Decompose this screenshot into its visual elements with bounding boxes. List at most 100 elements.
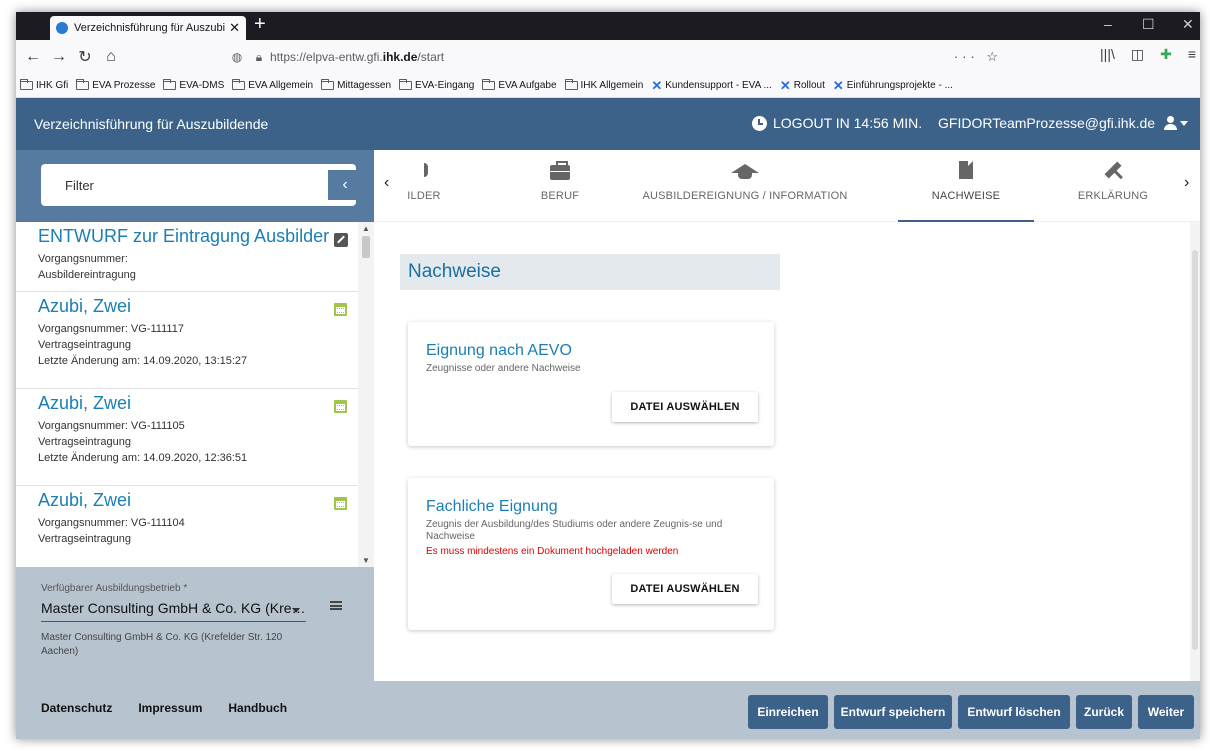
- lock-icon[interactable]: 🔒︎: [248, 50, 270, 65]
- select-file-button[interactable]: DATEI AUSWÄHLEN: [612, 392, 758, 422]
- user-icon: [1163, 116, 1178, 130]
- url-prefix: https://elpva-entw.gfi.: [270, 50, 383, 64]
- tab-beruf[interactable]: BERUF: [514, 150, 606, 222]
- bookmark-folder[interactable]: EVA Allgemein: [232, 79, 313, 91]
- list-item-type: Vertragseintragung: [38, 533, 131, 545]
- browser-window: Verzeichnisführung für Auszubi ✕ + – ☐ ✕…: [16, 12, 1200, 739]
- footer-link-handbuch[interactable]: Handbuch: [228, 701, 287, 715]
- list-item[interactable]: Azubi, Zwei Vorgangsnummer: VG-111117 Ve…: [16, 292, 358, 389]
- url-bar[interactable]: ◍ 🔒︎ https://elpva-entw.gfi. ihk.de/start…: [226, 44, 1008, 70]
- menu-icon[interactable]: [330, 601, 342, 610]
- shield-icon[interactable]: ◍: [226, 50, 248, 64]
- company-select-value: Master Consulting GmbH & Co. KG (Kre…: [41, 600, 306, 616]
- minimize-icon[interactable]: –: [1104, 16, 1112, 32]
- bookmark-folder[interactable]: EVA Aufgabe: [482, 79, 557, 91]
- hamburger-menu-icon[interactable]: ≡: [1188, 46, 1196, 63]
- tab-label: ILDER: [407, 190, 441, 202]
- bookmark-folder[interactable]: EVA Prozesse: [76, 79, 155, 91]
- scrollbar-thumb[interactable]: [1192, 250, 1198, 650]
- list-scrollbar[interactable]: ▲ ▼: [358, 222, 374, 567]
- footer-link-impressum[interactable]: Impressum: [138, 701, 202, 715]
- list-item-type: Ausbildereintragung: [38, 269, 136, 281]
- company-panel: Verfügbarer Ausbildungsbetrieb * Master …: [16, 567, 374, 677]
- filter-select[interactable]: Filter: [41, 164, 356, 206]
- list-item[interactable]: Azubi, Zwei Vorgangsnummer: VG-111104 Ve…: [16, 486, 358, 567]
- bookmark-folder[interactable]: IHK Allgemein: [564, 79, 643, 91]
- bookmark-link[interactable]: ✕ Rollout: [780, 78, 825, 94]
- scroll-up-icon[interactable]: ▲: [362, 224, 370, 233]
- next-button[interactable]: Weiter: [1138, 695, 1194, 729]
- company-address: Master Consulting GmbH & Co. KG (Krefeld…: [41, 632, 283, 657]
- back-button[interactable]: Zurück: [1076, 695, 1132, 729]
- calendar-icon: [334, 497, 347, 510]
- browser-tab[interactable]: Verzeichnisführung für Auszubi ✕: [50, 16, 246, 40]
- page-actions-icon[interactable]: ··· ☆: [954, 49, 1002, 65]
- main-content: ‹ ILDER BERUF AUSBILDEREIGNUNG / INFORMA…: [374, 150, 1200, 681]
- tab-erklaerung[interactable]: ERKLÄRUNG: [1058, 150, 1168, 222]
- reload-icon[interactable]: ↻: [72, 47, 98, 67]
- app-title: Verzeichnisführung für Auszubildende: [34, 116, 269, 132]
- card-subtitle: Zeugnis der Ausbildung/des Studiums oder…: [426, 519, 723, 542]
- new-tab-icon[interactable]: +: [254, 13, 266, 36]
- list-item[interactable]: ENTWURF zur Eintragung Ausbilder Vorgang…: [16, 222, 358, 292]
- scrollbar-thumb[interactable]: [362, 236, 370, 258]
- folder-icon: [76, 79, 90, 90]
- tab-nachweise[interactable]: NACHWEISE: [898, 150, 1034, 222]
- collapse-sidebar-button[interactable]: ‹: [328, 170, 362, 200]
- url-host: ihk.de: [382, 50, 418, 64]
- folder-icon: [564, 79, 578, 90]
- calendar-icon: [334, 303, 347, 316]
- tab-ausbilder[interactable]: ILDER: [394, 150, 454, 222]
- library-icon[interactable]: |||\: [1100, 46, 1115, 63]
- folder-icon: [482, 79, 496, 90]
- list-item-number: Vorgangsnummer: VG-111117: [38, 323, 184, 335]
- logout-timer[interactable]: LOGOUT IN 14:56 MIN.: [752, 115, 922, 131]
- tabs-prev-icon[interactable]: ‹: [384, 174, 389, 192]
- select-file-button[interactable]: DATEI AUSWÄHLEN: [612, 574, 758, 604]
- footer-link-datenschutz[interactable]: Datenschutz: [41, 701, 112, 715]
- extension-icon[interactable]: ✚: [1160, 46, 1172, 63]
- save-draft-button[interactable]: Entwurf speichern: [834, 695, 952, 729]
- browser-navbar: ← → ↻ ⌂ ◍ 🔒︎ https://elpva-entw.gfi. ihk.…: [16, 40, 1200, 74]
- tab-label: BERUF: [540, 190, 580, 202]
- person-icon: [420, 163, 428, 177]
- bookmark-link[interactable]: ✕ Einführungsprojekte - ...: [833, 78, 953, 94]
- back-icon[interactable]: ←: [20, 48, 46, 66]
- list-item[interactable]: Azubi, Zwei Vorgangsnummer: VG-111105 Ve…: [16, 389, 358, 486]
- delete-draft-button[interactable]: Entwurf löschen: [958, 695, 1070, 729]
- upload-card-fachliche-eignung: Fachliche Eignung Zeugnis der Ausbildung…: [408, 478, 774, 630]
- home-icon[interactable]: ⌂: [98, 48, 124, 66]
- file-icon: [959, 161, 973, 179]
- filter-bar: Filter ‹: [16, 150, 374, 222]
- list-item-number: Vorgangsnummer:: [38, 253, 128, 265]
- maximize-icon[interactable]: ☐: [1142, 16, 1155, 33]
- company-select[interactable]: Master Consulting GmbH & Co. KG (Kre…: [41, 600, 306, 622]
- step-tabs: ‹ ILDER BERUF AUSBILDEREIGNUNG / INFORMA…: [374, 150, 1200, 222]
- list-item-number: Vorgangsnummer: VG-111104: [38, 517, 185, 529]
- user-menu[interactable]: GFIDORTeamProzesse@gfi.ihk.de: [938, 115, 1189, 131]
- bookmark-link[interactable]: ✕ Kundensupport - EVA ...: [651, 78, 771, 94]
- logout-label: LOGOUT IN 14:56 MIN.: [773, 115, 923, 131]
- forward-icon[interactable]: →: [46, 48, 72, 66]
- graduation-cap-icon: [731, 163, 759, 179]
- bookmark-folder[interactable]: EVA-Eingang: [399, 79, 474, 91]
- submit-button[interactable]: Einreichen: [748, 695, 828, 729]
- bookmark-folder[interactable]: EVA-DMS: [163, 79, 224, 91]
- bookmark-folder[interactable]: Mittagessen: [321, 79, 391, 91]
- tabs-next-icon[interactable]: ›: [1184, 174, 1189, 192]
- tab-ausbildereignung[interactable]: AUSBILDEREIGNUNG / INFORMATION: [630, 150, 860, 222]
- close-tab-icon[interactable]: ✕: [229, 20, 240, 36]
- sidebar: Filter ‹ ENTWURF zur Eintragung Ausbilde…: [16, 150, 374, 739]
- edit-icon[interactable]: [334, 233, 348, 247]
- scroll-down-icon[interactable]: ▼: [362, 556, 370, 565]
- sidebar-toggle-icon[interactable]: ◫: [1131, 46, 1144, 63]
- list-item-date: Letzte Änderung am: 14.09.2020, 12:36:51: [38, 452, 248, 464]
- list-item-date: Letzte Änderung am: 14.09.2020, 13:15:27: [38, 355, 248, 367]
- bookmark-folder[interactable]: IHK Gfi: [20, 79, 68, 91]
- card-subtitle: Zeugnisse oder andere Nachweise: [426, 363, 581, 374]
- window-close-icon[interactable]: ✕: [1182, 16, 1194, 33]
- main-scrollbar[interactable]: [1190, 222, 1200, 681]
- list-item-type: Vertragseintragung: [38, 339, 131, 351]
- gavel-icon: [1104, 161, 1122, 179]
- folder-icon: [20, 79, 33, 90]
